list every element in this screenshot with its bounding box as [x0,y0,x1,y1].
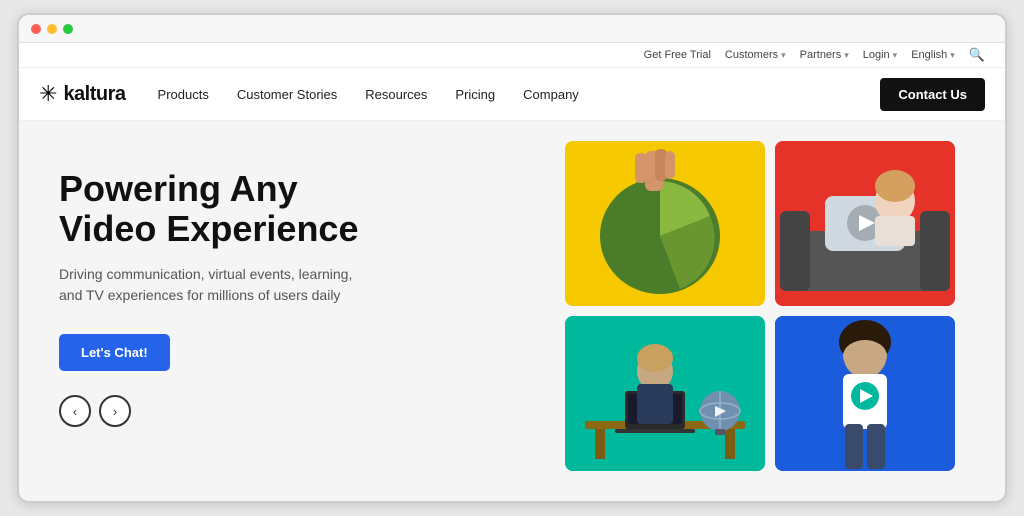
login-link[interactable]: Login ▾ [863,49,897,61]
browser-top-bar [19,15,1005,43]
nav-links: Products Customer Stories Resources Pric… [158,87,881,102]
minimize-dot[interactable] [47,24,57,34]
hero-image-blue [775,316,955,471]
logo-star-icon: ✳ [39,83,57,105]
red-card-scene [775,141,955,306]
language-select[interactable]: English ▾ [911,49,955,61]
chevron-down-icon: ▾ [781,50,786,61]
get-free-trial-link[interactable]: Get Free Trial [644,49,711,61]
hero-subtitle: Driving communication, virtual events, l… [59,264,359,306]
teal-card-scene [565,316,765,471]
nav-resources[interactable]: Resources [365,87,427,102]
next-arrow-button[interactable]: › [99,395,131,427]
hero-image-collage [565,141,985,481]
nav-bottom-bar: ✳ kaltura Products Customer Stories Reso… [19,68,1005,120]
browser-frame: Get Free Trial Customers ▾ Partners ▾ Lo… [17,13,1007,503]
search-icon[interactable]: 🔍 [969,47,985,63]
prev-arrow-button[interactable]: ‹ [59,395,91,427]
logo-text: kaltura [63,83,125,106]
hero-image-teal [565,316,765,471]
partners-link[interactable]: Partners ▾ [800,49,849,61]
navigation: Get Free Trial Customers ▾ Partners ▾ Lo… [19,43,1005,121]
maximize-dot[interactable] [63,24,73,34]
nav-products[interactable]: Products [158,87,209,102]
hero-section: Powering Any Video Experience Driving co… [19,121,1005,501]
hero-image-red [775,141,955,306]
blue-card-scene [775,316,955,471]
prev-arrow-icon: ‹ [73,404,77,419]
hero-nav-arrows: ‹ › [59,395,399,427]
lets-chat-button[interactable]: Let's Chat! [59,334,170,371]
next-arrow-icon: › [113,404,117,419]
nav-pricing[interactable]: Pricing [455,87,495,102]
customers-link[interactable]: Customers ▾ [725,49,786,61]
contact-us-button[interactable]: Contact Us [880,78,985,111]
close-dot[interactable] [31,24,41,34]
chevron-down-icon: ▾ [844,50,849,61]
nav-customer-stories[interactable]: Customer Stories [237,87,337,102]
nav-company[interactable]: Company [523,87,579,102]
chevron-down-icon: ▾ [893,50,898,61]
hero-content: Powering Any Video Experience Driving co… [19,121,439,501]
hero-image-yellow [565,141,765,306]
hero-title: Powering Any Video Experience [59,169,399,248]
nav-top-bar: Get Free Trial Customers ▾ Partners ▾ Lo… [19,43,1005,68]
logo[interactable]: ✳ kaltura [39,83,126,106]
yellow-card-scene [565,141,765,306]
chevron-down-icon: ▾ [950,50,955,61]
